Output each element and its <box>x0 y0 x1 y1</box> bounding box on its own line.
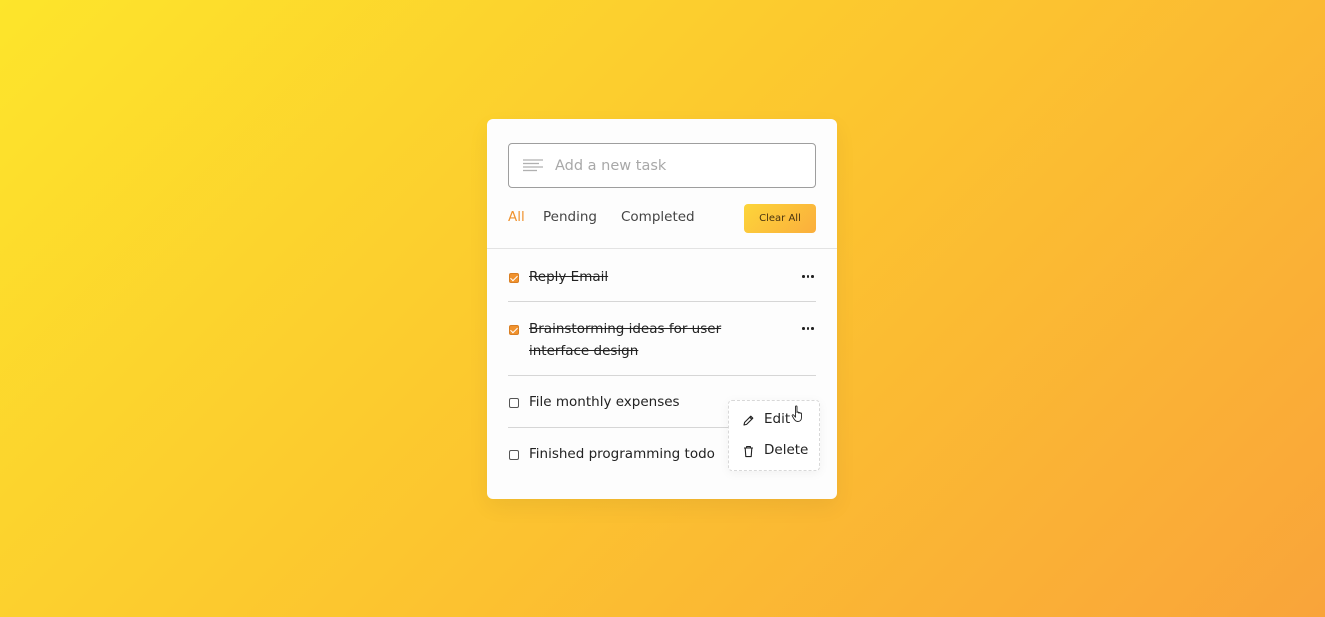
task-item: Reply Email <box>508 265 816 302</box>
trash-icon <box>744 446 753 458</box>
task-text: Finished programming todo <box>529 446 715 462</box>
task-text: Reply Email <box>529 269 609 285</box>
filter-all[interactable]: All <box>508 209 525 225</box>
task-text: Brainstorming ideas for user interface d… <box>529 321 722 359</box>
task-input[interactable] <box>555 144 810 187</box>
task-input-box[interactable] <box>508 143 816 188</box>
text-lines-icon <box>523 159 543 172</box>
delete-label: Delete <box>764 442 809 458</box>
delete-menu-item[interactable]: Delete <box>742 441 816 461</box>
task-checkbox[interactable] <box>509 398 519 408</box>
hand-pointer-icon <box>791 405 802 422</box>
pencil-icon <box>743 415 754 426</box>
more-horizontal-icon[interactable] <box>800 324 816 332</box>
task-item: Brainstorming ideas for user interface d… <box>508 317 816 376</box>
task-checkbox[interactable] <box>509 450 519 460</box>
edit-label: Edit <box>764 411 791 427</box>
task-checkbox[interactable] <box>509 325 519 335</box>
task-text: File monthly expenses <box>529 394 680 410</box>
filter-completed[interactable]: Completed <box>621 209 695 225</box>
filter-pending[interactable]: Pending <box>543 209 597 225</box>
divider <box>487 248 837 249</box>
task-context-menu: Edit Delete <box>728 400 820 471</box>
todo-card: All Pending Completed Clear All Reply Em… <box>487 119 837 499</box>
clear-all-button[interactable]: Clear All <box>744 204 816 233</box>
more-horizontal-icon[interactable] <box>800 272 816 280</box>
task-checkbox[interactable] <box>509 273 519 283</box>
